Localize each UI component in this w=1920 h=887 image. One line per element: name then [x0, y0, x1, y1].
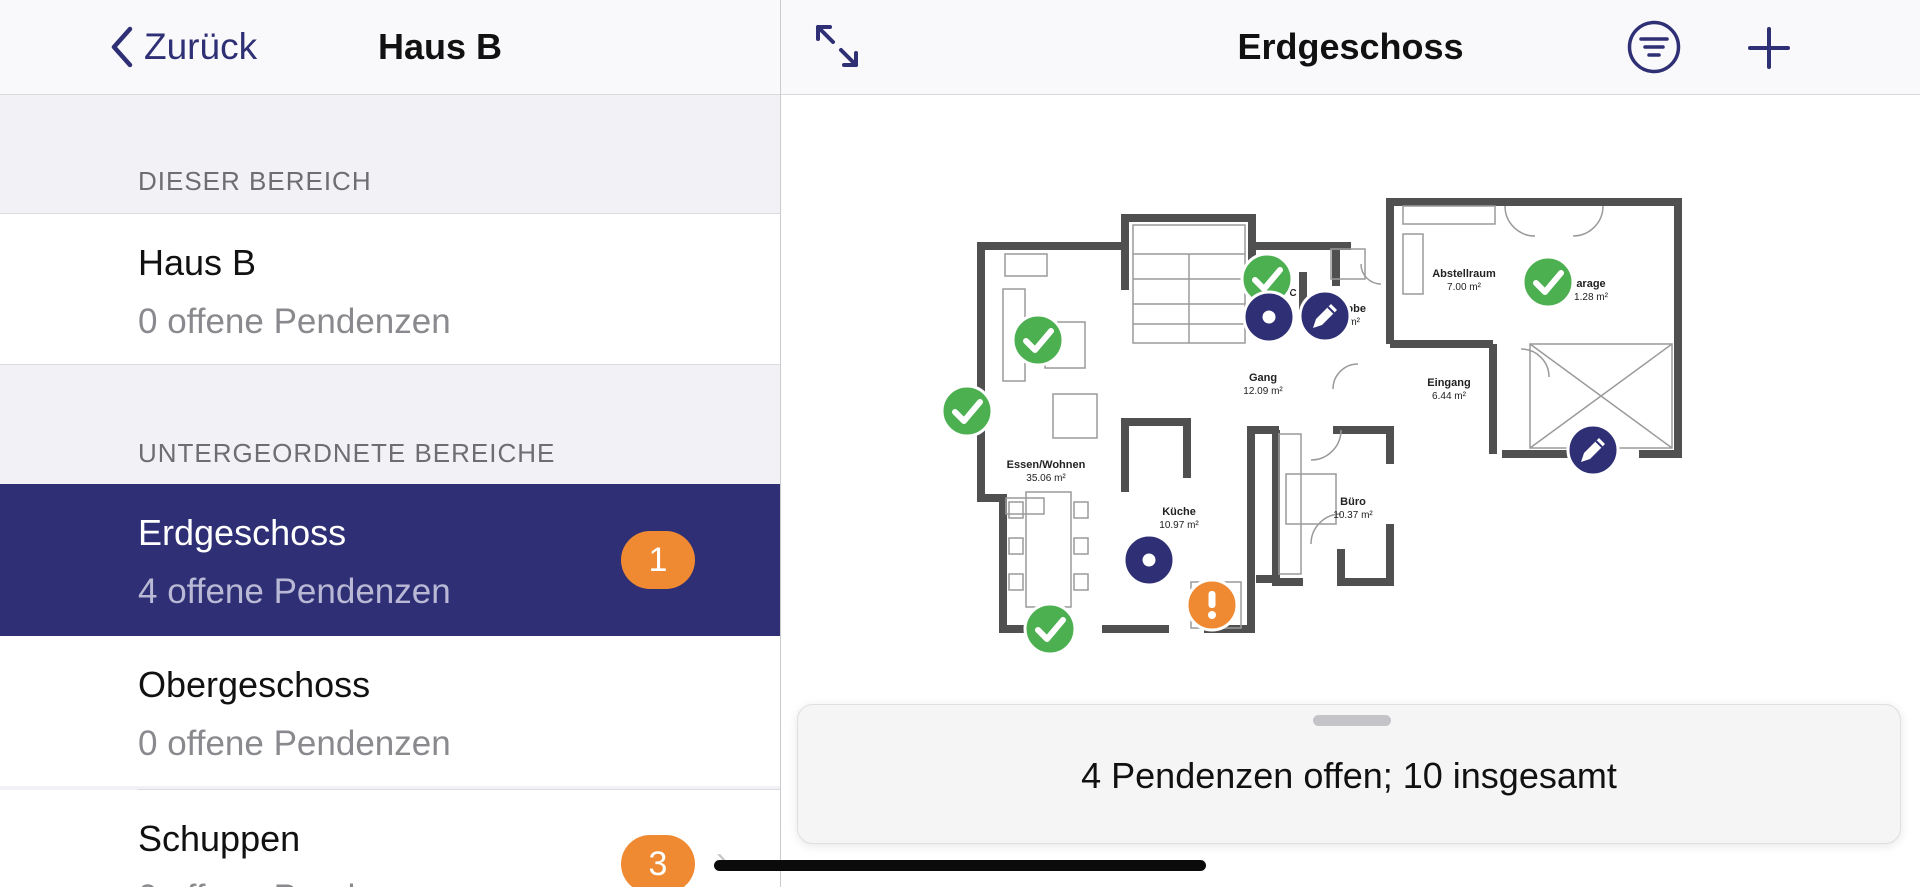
room-area: 10.97 m² [1159, 520, 1199, 531]
dot-icon[interactable] [1122, 533, 1176, 587]
room-label: Küche [1162, 506, 1196, 518]
pencil-icon[interactable] [1566, 423, 1620, 477]
floor-plan[interactable]: Essen/Wohnen 35.06 m² Küche 10.97 m² Gan… [781, 94, 1920, 694]
area-item-subtitle: 0 offene Pendenzen [138, 724, 451, 763]
section-header-this-area: DIESER BEREICH [138, 166, 372, 196]
room-area: 1.28 m² [1574, 292, 1609, 303]
left-navigation-bar: Zurück Haus B [0, 0, 780, 95]
room-label: Gang [1249, 372, 1277, 384]
back-button[interactable]: Zurück [108, 22, 257, 72]
area-item-obergeschoss[interactable]: Obergeschoss 0 offene Pendenzen [0, 636, 780, 786]
dot-icon[interactable] [1242, 290, 1296, 344]
add-icon[interactable] [1746, 25, 1792, 76]
right-navigation-bar: Erdgeschoss [781, 0, 1920, 95]
area-list-pane: Zurück Haus B DIESER BEREICH Haus B 0 of… [0, 0, 780, 887]
room-label: arage [1576, 278, 1605, 290]
room-area: 6.44 m² [1432, 391, 1467, 402]
separator [0, 364, 780, 365]
floor-plan-pane: Erdgeschoss Essen/Wohnen 35.06 m² Küche … [781, 0, 1920, 887]
current-area-subtitle: 0 offene Pendenzen [138, 302, 451, 341]
room-label: Büro [1340, 496, 1366, 508]
count-badge: 3 [621, 835, 695, 887]
chevron-left-icon [111, 26, 133, 68]
section-header-sub-areas: UNTERGEORDNETE BEREICHE [138, 438, 556, 468]
checkmark-icon[interactable] [1025, 604, 1075, 654]
back-button-label: Zurück [144, 26, 258, 67]
checkmark-icon[interactable] [1013, 315, 1063, 365]
current-area-cell[interactable]: Haus B 0 offene Pendenzen [0, 214, 780, 364]
filter-icon[interactable] [1627, 20, 1681, 79]
summary-text: 4 Pendenzen offen; 10 insgesamt [1081, 755, 1617, 796]
area-item-name: Erdgeschoss [138, 512, 347, 553]
room-area: 35.06 m² [1026, 473, 1066, 484]
checkmark-icon[interactable] [1523, 257, 1573, 307]
area-item-erdgeschoss[interactable]: Erdgeschoss 4 offene Pendenzen 1 [0, 484, 780, 636]
home-indicator[interactable] [714, 860, 1206, 871]
room-area: 10.37 m² [1333, 510, 1373, 521]
room-label: Essen/Wohnen [1007, 459, 1086, 471]
left-page-title: Haus B [378, 26, 503, 67]
checkmark-icon[interactable] [942, 386, 992, 436]
area-item-subtitle: 0 offene Pendenzen [138, 878, 451, 887]
pencil-icon[interactable] [1298, 289, 1352, 343]
summary-sheet[interactable]: 4 Pendenzen offen; 10 insgesamt [797, 704, 1901, 844]
current-area-name: Haus B [138, 242, 257, 283]
area-item-schuppen[interactable]: Schuppen 0 offene Pendenzen 3 › [0, 790, 780, 887]
area-item-subtitle: 4 offene Pendenzen [138, 572, 451, 611]
room-area: 7.00 m² [1447, 282, 1482, 293]
count-badge: 1 [621, 531, 695, 589]
room-label: Abstellraum [1432, 268, 1496, 280]
area-item-name: Schuppen [138, 818, 301, 859]
area-item-name: Obergeschoss [138, 664, 371, 705]
room-area: 12.09 m² [1243, 386, 1283, 397]
sheet-grabber[interactable] [1313, 715, 1391, 726]
room-label: Eingang [1427, 377, 1470, 389]
exclamation-icon[interactable] [1185, 578, 1239, 632]
